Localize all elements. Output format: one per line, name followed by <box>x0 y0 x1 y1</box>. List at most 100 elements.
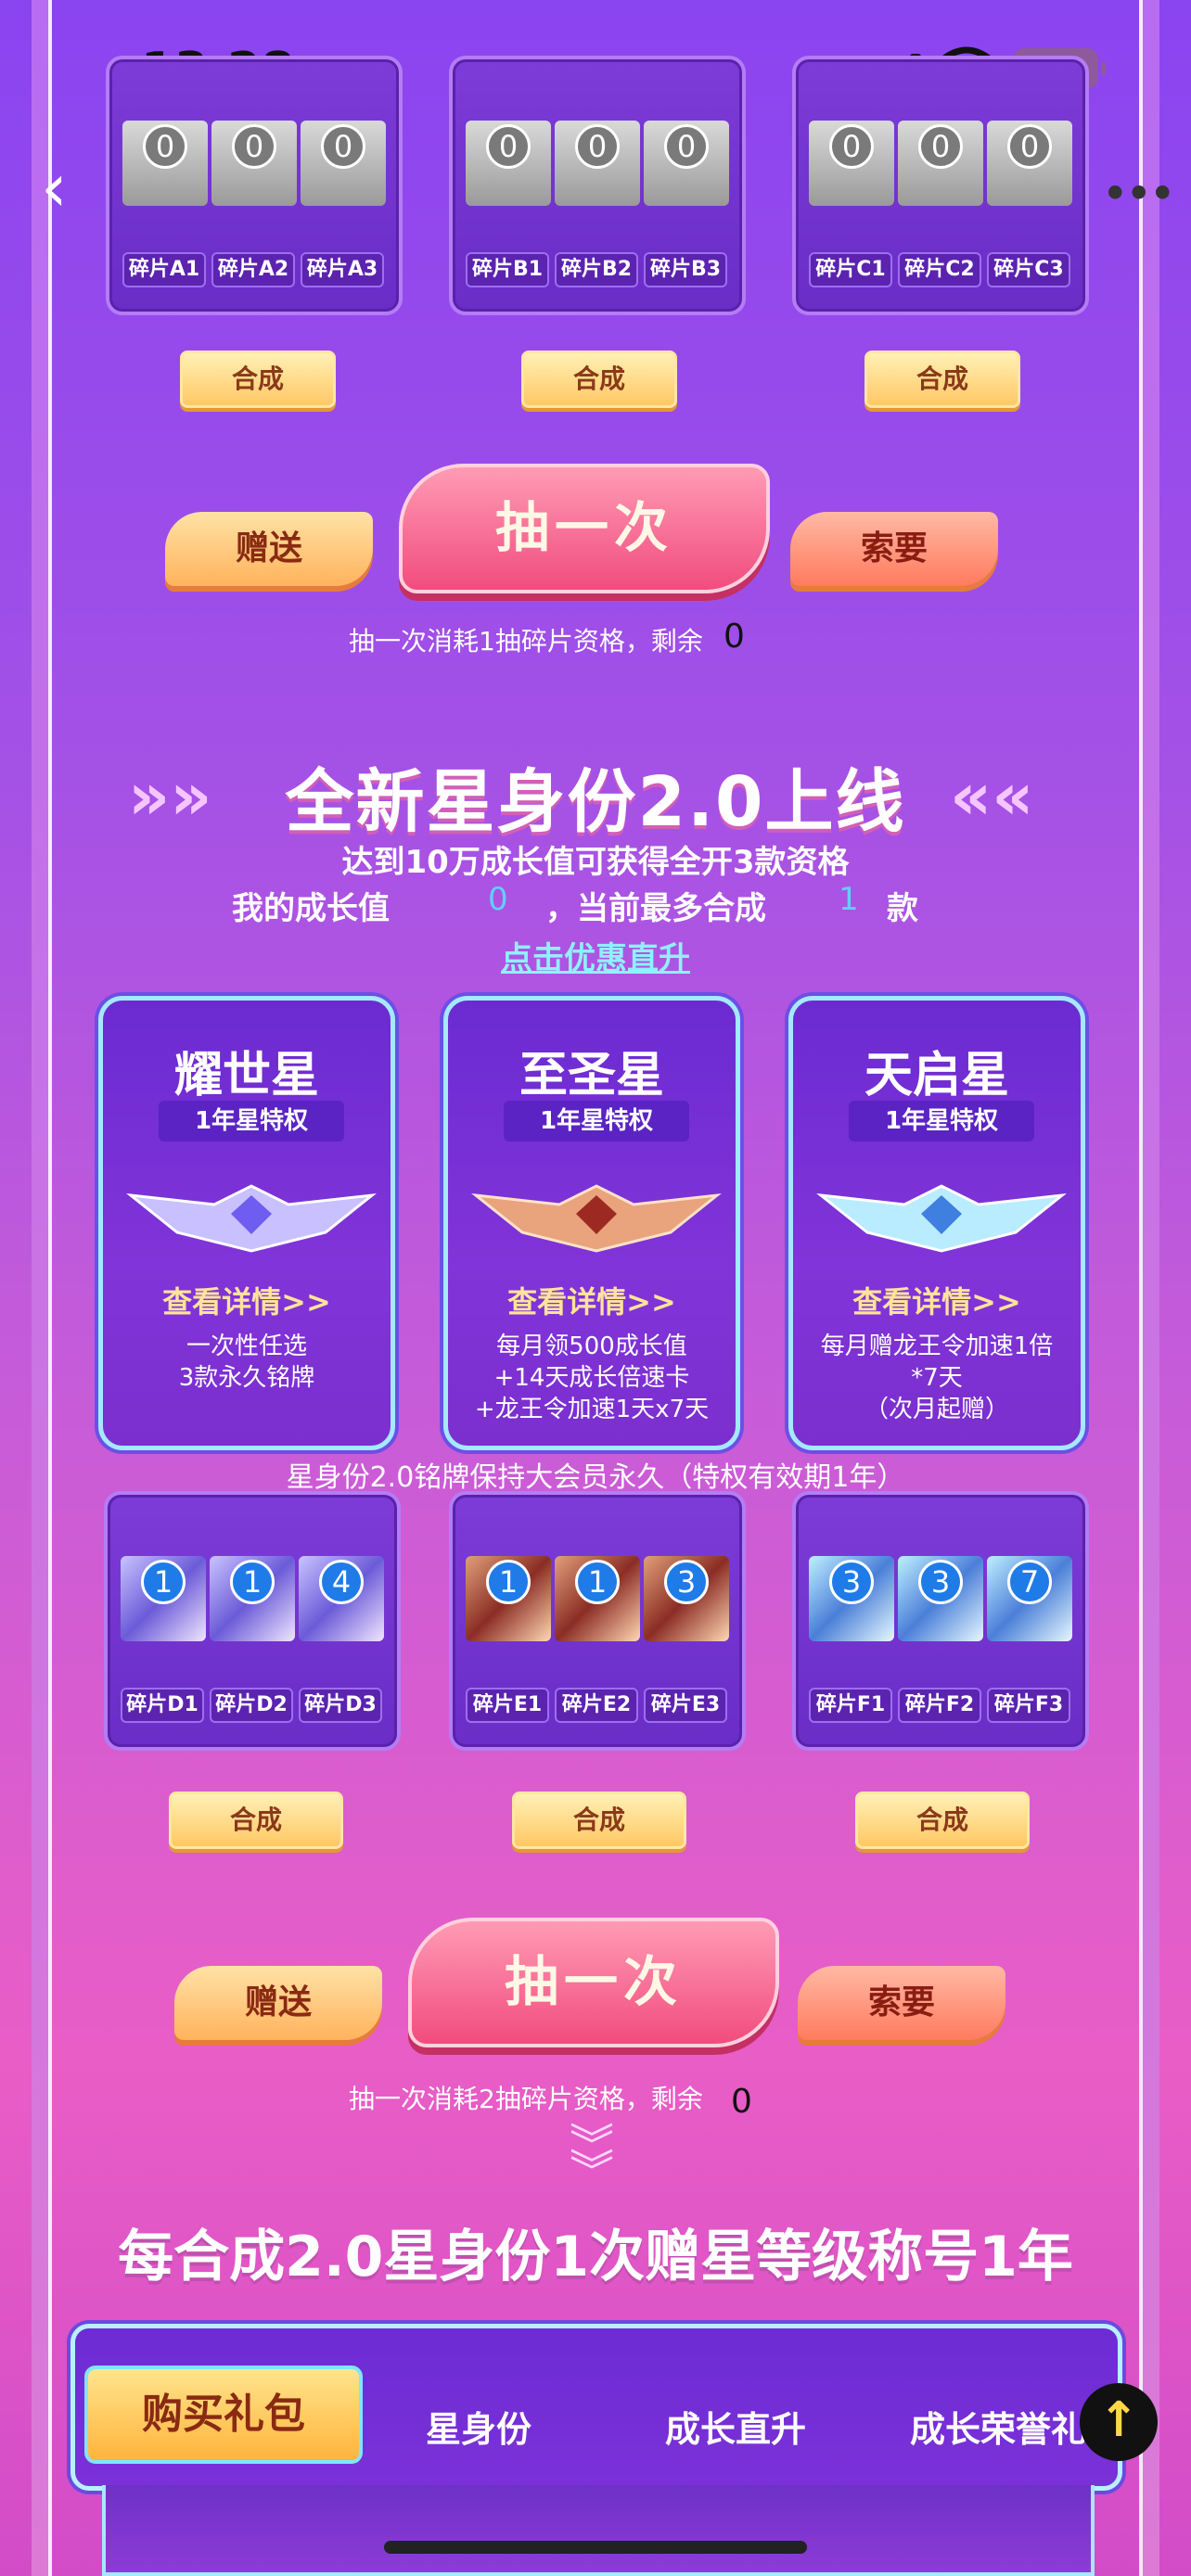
fragment-count-badge: 0 <box>486 124 531 169</box>
draw-once-button-2[interactable]: 抽一次 <box>408 1918 779 2047</box>
fragment-label: 碎片F3 <box>987 1688 1070 1723</box>
fragment-label: 碎片D1 <box>121 1688 204 1723</box>
draw-remaining: 0 <box>724 618 745 656</box>
fragment-count-badge: 3 <box>829 1560 874 1604</box>
fragment-count-badge: 1 <box>575 1560 620 1604</box>
draw-once-button[interactable]: 抽一次 <box>399 464 770 593</box>
fragment-group-c: 0 0 0 碎片C1 碎片C2 碎片C3 <box>792 56 1089 315</box>
card-desc: 每月赠龙王令加速1倍 *7天 （次月起赠） <box>820 1333 1054 1423</box>
fragment-f3[interactable]: 7 <box>987 1556 1072 1641</box>
tab-star-identity[interactable]: 星身份 <box>426 2401 531 2452</box>
card-detail-link[interactable]: 查看详情>> <box>103 1279 391 1321</box>
fragment-e3[interactable]: 3 <box>644 1556 729 1641</box>
card-tag: 1年星特权 <box>849 1101 1034 1141</box>
card-detail-link[interactable]: 查看详情>> <box>793 1279 1081 1321</box>
fragment-e1[interactable]: 1 <box>466 1556 551 1641</box>
compose-button-f[interactable]: 合成 <box>855 1792 1030 1849</box>
fragment-a3[interactable]: 0 <box>301 121 386 206</box>
fragment-label: 碎片E2 <box>555 1688 638 1723</box>
fragment-group-d: 1 1 4 碎片D1 碎片D2 碎片D3 <box>104 1491 401 1751</box>
fragment-a2[interactable]: 0 <box>211 121 297 206</box>
fragment-label: 碎片E1 <box>466 1688 549 1723</box>
fragment-count-badge: 0 <box>143 124 187 169</box>
gift-button-2[interactable]: 赠送 <box>174 1966 382 2040</box>
fragment-count-badge: 0 <box>321 124 365 169</box>
fragment-b2[interactable]: 0 <box>555 121 640 206</box>
fragment-label: 碎片B3 <box>644 252 727 287</box>
card-desc: 一次性任选 3款永久铭牌 <box>178 1333 315 1392</box>
bonus-title: 每合成2.0星身份1次赠星等级称号1年 <box>118 2225 1073 2289</box>
growth-value: 0 <box>488 881 508 918</box>
compose-button-b[interactable]: 合成 <box>521 351 677 408</box>
compose-button-c[interactable]: 合成 <box>864 351 1020 408</box>
fragment-d1[interactable]: 1 <box>121 1556 206 1641</box>
left-frame <box>32 0 52 2576</box>
compose-button-d[interactable]: 合成 <box>169 1792 343 1849</box>
card-title: 至圣星 <box>519 1048 664 1103</box>
max-compose-value: 1 <box>839 881 859 918</box>
fragment-f2[interactable]: 3 <box>898 1556 983 1641</box>
request-button[interactable]: 索要 <box>790 512 998 586</box>
fragment-count-badge: 1 <box>486 1560 531 1604</box>
compose-button-a[interactable]: 合成 <box>180 351 336 408</box>
star-card-tianqi[interactable]: 天启星 1年星特权 查看详情>> 每月赠龙王令加速1倍 *7天 （次月起赠） <box>788 996 1085 1450</box>
fragment-a1[interactable]: 0 <box>122 121 208 206</box>
promo-line-1: 达到10万成长值可获得全开3款资格 <box>341 844 850 881</box>
chevron-left-decor-icon: «« <box>950 759 1034 835</box>
nameplate-emblem-icon <box>471 1184 722 1253</box>
fragment-f1[interactable]: 3 <box>809 1556 894 1641</box>
fragment-count-badge: 4 <box>319 1560 364 1604</box>
tab-content-peek <box>102 2485 1095 2576</box>
fragment-count-badge: 7 <box>1007 1560 1052 1604</box>
right-frame <box>1139 0 1159 2576</box>
bottom-tab-bar: 购买礼包 星身份 成长直升 成长荣誉礼 <box>70 2324 1122 2491</box>
card-tag: 1年星特权 <box>504 1101 689 1141</box>
growth-label: 我的成长值 <box>232 890 390 927</box>
fragment-b1[interactable]: 0 <box>466 121 551 206</box>
fragment-label: 碎片F1 <box>809 1688 892 1723</box>
tab-buy-package[interactable]: 购买礼包 <box>84 2366 363 2464</box>
card-desc: 每月领500成长值 +14天成长倍速卡 +龙王令加速1天x7天 <box>474 1333 710 1423</box>
tab-growth-upgrade[interactable]: 成长直升 <box>665 2401 806 2452</box>
fragment-label: 碎片A1 <box>122 252 206 287</box>
fragment-c2[interactable]: 0 <box>898 121 983 206</box>
fragment-label: 碎片F2 <box>898 1688 981 1723</box>
nameplate-caption: 星身份2.0铭牌保持大会员永久（特权有效期1年） <box>286 1461 905 1494</box>
fragment-c1[interactable]: 0 <box>809 121 894 206</box>
more-dots-icon[interactable]: ••• <box>1102 167 1177 221</box>
scroll-to-top-button[interactable]: ↑ <box>1080 2383 1158 2461</box>
fragment-c3[interactable]: 0 <box>987 121 1072 206</box>
compose-button-e[interactable]: 合成 <box>512 1792 686 1849</box>
fragment-label: 碎片E3 <box>644 1688 727 1723</box>
card-title: 耀世星 <box>173 1048 319 1103</box>
fragment-count-badge: 0 <box>232 124 276 169</box>
fragment-count-badge: 0 <box>664 124 709 169</box>
max-compose-label: ，当前最多合成 <box>545 890 766 927</box>
fragment-b3[interactable]: 0 <box>644 121 729 206</box>
gift-button[interactable]: 赠送 <box>165 512 373 586</box>
fragment-label: 碎片B2 <box>555 252 638 287</box>
draw-note: 抽一次消耗1抽碎片资格，剩余 <box>349 626 703 657</box>
fragment-label: 碎片B1 <box>466 252 549 287</box>
fragment-group-a: 0 0 0 碎片A1 碎片A2 碎片A3 <box>106 56 403 315</box>
fragment-d2[interactable]: 1 <box>210 1556 295 1641</box>
fragment-count-badge: 1 <box>230 1560 275 1604</box>
tab-growth-honor[interactable]: 成长荣誉礼 <box>910 2401 1086 2452</box>
fragment-group-b: 0 0 0 碎片B1 碎片B2 碎片B3 <box>449 56 746 315</box>
star-card-yaoshi[interactable]: 耀世星 1年星特权 查看详情>> 一次性任选 3款永久铭牌 <box>98 996 395 1450</box>
fragment-count-badge: 0 <box>829 124 874 169</box>
fragment-count-badge: 0 <box>918 124 963 169</box>
fragment-count-badge: 0 <box>575 124 620 169</box>
fragment-group-f: 3 3 7 碎片F1 碎片F2 碎片F3 <box>792 1491 1089 1751</box>
request-button-2[interactable]: 索要 <box>798 1966 1005 2040</box>
fragment-d3[interactable]: 4 <box>299 1556 384 1641</box>
star-card-zhisheng[interactable]: 至圣星 1年星特权 查看详情>> 每月领500成长值 +14天成长倍速卡 +龙王… <box>443 996 740 1450</box>
fragment-label: 碎片C3 <box>987 252 1070 287</box>
fragment-label: 碎片A3 <box>301 252 384 287</box>
card-detail-link[interactable]: 查看详情>> <box>448 1279 736 1321</box>
upgrade-link[interactable]: 点击优惠直升 <box>0 933 1191 978</box>
max-compose-unit: 款 <box>887 890 918 927</box>
fragment-e2[interactable]: 1 <box>555 1556 640 1641</box>
chevron-left-icon[interactable]: ‹ <box>41 154 78 224</box>
nameplate-emblem-icon <box>126 1184 377 1253</box>
